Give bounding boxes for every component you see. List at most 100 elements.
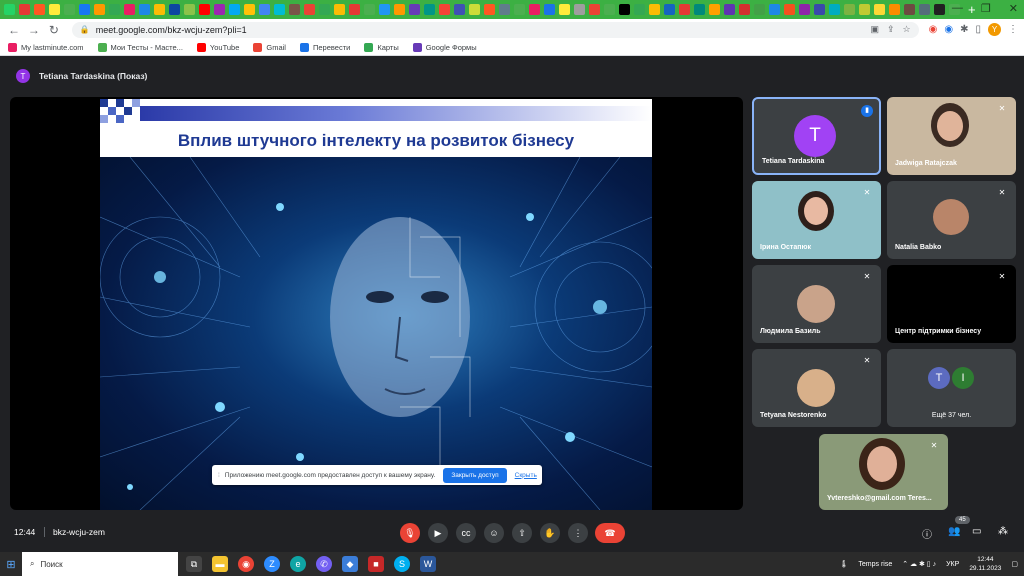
tab-favicon-icon[interactable] <box>934 4 945 15</box>
mic-off-button[interactable]: 🎙 <box>400 523 420 543</box>
participant-tile[interactable]: ✕ Ірина Остапюк <box>752 181 881 259</box>
tab-favicon-icon[interactable] <box>709 4 720 15</box>
leave-call-button[interactable]: ☎ <box>595 523 625 543</box>
forward-icon[interactable]: → <box>26 23 42 37</box>
tab-favicon-icon[interactable] <box>799 4 810 15</box>
stop-sharing-button[interactable]: Закрыть доступ <box>443 467 507 483</box>
maximize-icon[interactable]: ❐ <box>981 2 991 15</box>
tab-favicon-icon[interactable] <box>649 4 660 15</box>
captions-button[interactable]: cc <box>456 523 476 543</box>
back-icon[interactable]: ← <box>6 23 22 37</box>
participant-tile[interactable]: ✕ Центр підтримки бізнесу <box>887 265 1016 343</box>
share-icon[interactable]: ⇪ <box>887 24 895 35</box>
participant-tile[interactable]: ✕ Tetyana Nestorenko <box>752 349 881 427</box>
tab-favicon-icon[interactable] <box>754 4 765 15</box>
edge-icon[interactable]: e <box>290 556 306 572</box>
tab-favicon-icon[interactable] <box>139 4 150 15</box>
present-button[interactable]: ⇧ <box>512 523 532 543</box>
tab-favicon-icon[interactable] <box>379 4 390 15</box>
tab-favicon-icon[interactable] <box>259 4 270 15</box>
reload-icon[interactable]: ↻ <box>46 23 62 37</box>
bookmark-lastminute[interactable]: My lastminute.com <box>8 43 84 52</box>
sidebar-icon[interactable]: ▯ <box>975 24 981 35</box>
tab-favicon-icon[interactable] <box>484 4 495 15</box>
tab-favicon-icon[interactable] <box>454 4 465 15</box>
tab-favicon-icon[interactable] <box>19 4 30 15</box>
bookmark-youtube[interactable]: YouTube <box>196 43 239 52</box>
bookmark-translate[interactable]: Перевести <box>299 43 350 52</box>
bookmark-tests[interactable]: Мои Тесты - Масте... <box>97 43 183 52</box>
tab-favicon-icon[interactable] <box>199 4 210 15</box>
tab-favicon-icon[interactable] <box>49 4 60 15</box>
extension-red-icon[interactable]: ◉ <box>929 24 938 35</box>
tab-favicon-icon[interactable] <box>679 4 690 15</box>
menu-kebab-icon[interactable]: ⋮ <box>1008 24 1018 35</box>
tab-favicon-icon[interactable] <box>829 4 840 15</box>
tab-favicon-icon[interactable] <box>724 4 735 15</box>
tab-favicon-icon[interactable] <box>349 4 360 15</box>
participant-tile[interactable]: ✕ Natalia Babko <box>887 181 1016 259</box>
tab-favicon-icon[interactable] <box>664 4 675 15</box>
self-view-tile[interactable]: ✕ Yvtereshko@gmail.com Teres... <box>819 434 948 510</box>
tab-favicon-icon[interactable] <box>514 4 525 15</box>
tab-favicon-icon[interactable] <box>364 4 375 15</box>
skype-icon[interactable]: S <box>394 556 410 572</box>
drag-handle-icon[interactable]: ⁞ <box>218 472 220 479</box>
tab-favicon-icon[interactable] <box>874 4 885 15</box>
presentation-stage[interactable]: Вплив штучного інтелекту на розвиток біз… <box>10 97 743 510</box>
tab-favicon-icon[interactable] <box>274 4 285 15</box>
tab-favicon-icon[interactable] <box>334 4 345 15</box>
tab-favicon-icon[interactable] <box>4 4 15 15</box>
tab-favicon-icon[interactable] <box>94 4 105 15</box>
language-indicator[interactable]: УКР <box>946 561 959 568</box>
word-icon[interactable]: W <box>420 556 436 572</box>
tab-favicon-icon[interactable] <box>64 4 75 15</box>
tab-favicon-icon[interactable] <box>409 4 420 15</box>
tab-favicon-icon[interactable] <box>814 4 825 15</box>
tab-favicon-icon[interactable] <box>214 4 225 15</box>
profile-avatar[interactable]: Y <box>988 23 1001 36</box>
taskbar-search[interactable]: ⌕ Поиск <box>22 552 178 576</box>
lock-icon[interactable]: 🔒 <box>80 25 90 34</box>
more-options-button[interactable]: ⋮ <box>568 523 588 543</box>
file-explorer-icon[interactable]: ▬ <box>212 556 228 572</box>
camera-icon[interactable]: ▣ <box>870 24 879 35</box>
tab-favicon-icon[interactable] <box>289 4 300 15</box>
chrome-icon[interactable]: ◉ <box>238 556 254 572</box>
url-text[interactable]: meet.google.com/bkz-wcju-zem?pli=1 <box>96 25 247 35</box>
more-participants-tile[interactable]: T I Ещё 37 чел. <box>887 349 1016 427</box>
tab-favicon-icon[interactable] <box>604 4 615 15</box>
tab-favicon-icon[interactable] <box>439 4 450 15</box>
tab-favicon-icon[interactable] <box>694 4 705 15</box>
tab-favicon-icon[interactable] <box>589 4 600 15</box>
people-icon[interactable]: 👥 <box>948 526 960 537</box>
zoom-icon[interactable]: Z <box>264 556 280 572</box>
tab-favicon-icon[interactable] <box>424 4 435 15</box>
task-view-icon[interactable]: ⧉ <box>186 556 202 572</box>
participant-tile[interactable]: ✕ Людмила Базиль <box>752 265 881 343</box>
tab-favicon-icon[interactable] <box>469 4 480 15</box>
tab-favicon-icon[interactable] <box>769 4 780 15</box>
chat-icon[interactable]: ▭ <box>972 526 981 537</box>
viber-icon[interactable]: ✆ <box>316 556 332 572</box>
tab-favicon-icon[interactable] <box>304 4 315 15</box>
tab-favicon-icon[interactable] <box>124 4 135 15</box>
tab-favicon-icon[interactable] <box>109 4 120 15</box>
raise-hand-button[interactable]: ✋ <box>540 523 560 543</box>
info-icon[interactable]: ⓘ <box>922 526 932 541</box>
windows-start-icon[interactable]: ⊞ <box>0 558 22 571</box>
tab-favicon-icon[interactable] <box>634 4 645 15</box>
tab-favicon-icon[interactable] <box>319 4 330 15</box>
extension-blue-icon[interactable]: ◉ <box>944 24 953 35</box>
tab-favicon-icon[interactable] <box>784 4 795 15</box>
tab-favicon-icon[interactable] <box>229 4 240 15</box>
reactions-button[interactable]: ☺ <box>484 523 504 543</box>
minimize-icon[interactable]: — <box>952 2 963 15</box>
tab-favicon-icon[interactable] <box>169 4 180 15</box>
participant-tile[interactable]: T ▮ Tetiana Tardaskina <box>752 97 881 175</box>
tab-favicon-icon[interactable] <box>559 4 570 15</box>
tab-favicon-icon[interactable] <box>574 4 585 15</box>
tab-favicon-icon[interactable] <box>544 4 555 15</box>
close-icon[interactable]: ✕ <box>1009 2 1018 15</box>
omnibox[interactable]: 🔒 meet.google.com/bkz-wcju-zem?pli=1 ▣ ⇪… <box>71 21 919 38</box>
